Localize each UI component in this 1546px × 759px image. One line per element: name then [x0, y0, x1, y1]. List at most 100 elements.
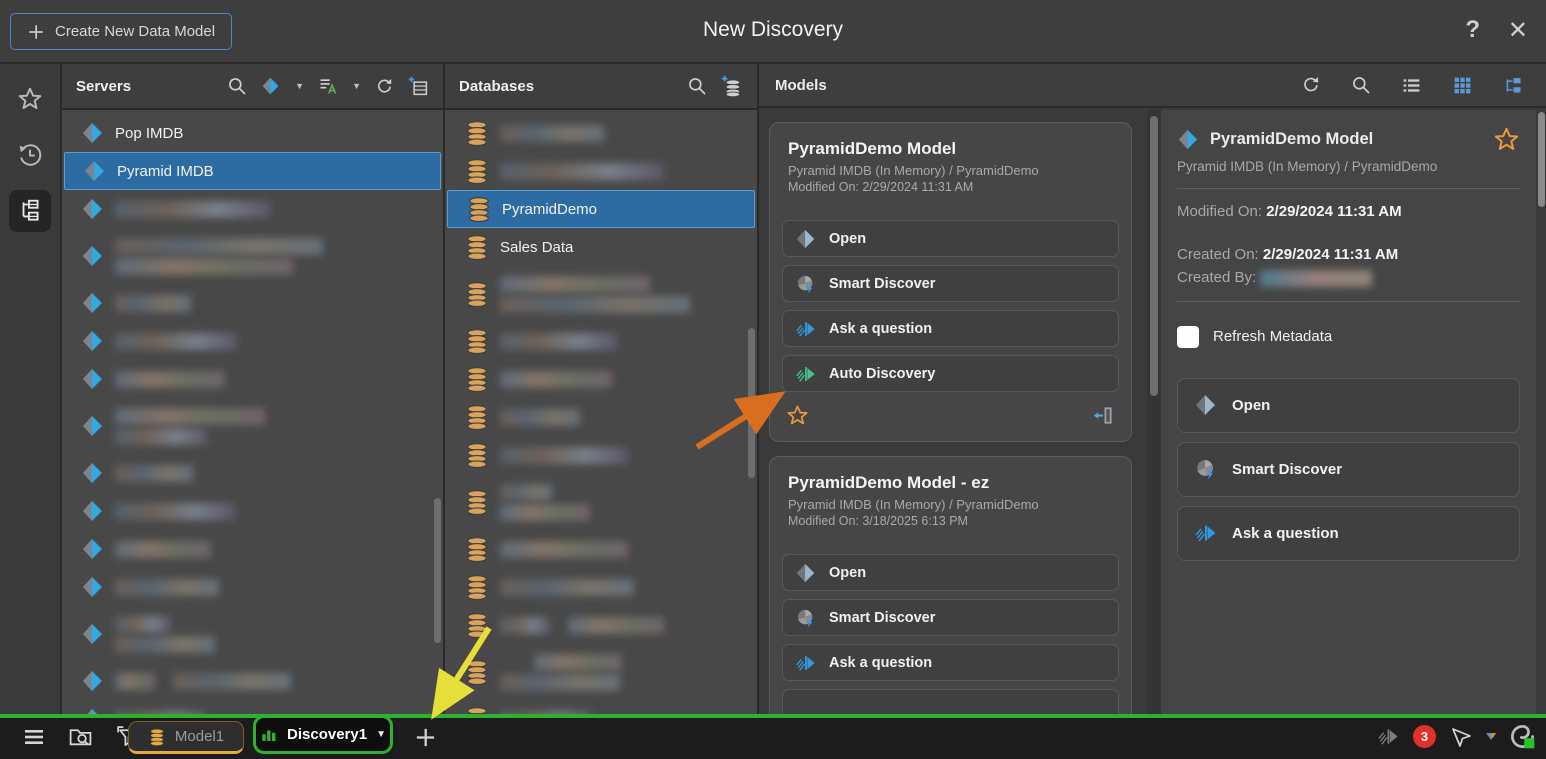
models-scrollbar[interactable]: [1150, 116, 1158, 396]
grid-view-icon[interactable]: [1452, 75, 1473, 96]
database-item-redacted[interactable]: [445, 360, 757, 398]
databases-panel-header: Databases: [445, 64, 757, 110]
close-icon[interactable]: ✕: [1508, 16, 1528, 45]
models-refresh-icon[interactable]: [1301, 75, 1321, 95]
database-item-redacted[interactable]: [445, 152, 757, 190]
open-diamond-icon: [795, 228, 817, 250]
database-item-redacted[interactable]: [445, 606, 757, 644]
ask-a-question-button[interactable]: Ask a question: [1177, 506, 1520, 561]
exit-model-icon[interactable]: [1092, 404, 1115, 427]
server-diamond-icon: [81, 707, 105, 714]
server-item-redacted[interactable]: [62, 568, 443, 606]
ask-a-question-button[interactable]: Ask a question: [782, 644, 1119, 681]
database-icon: [464, 706, 490, 714]
server-item-redacted[interactable]: [62, 662, 443, 700]
auto-discovery-button[interactable]: [782, 689, 1119, 714]
tab-discovery1-caret-icon[interactable]: ▼: [376, 729, 386, 740]
add-server-icon[interactable]: [408, 76, 429, 97]
smart-discover-button[interactable]: Smart Discover: [782, 265, 1119, 302]
database-item-redacted[interactable]: [445, 700, 757, 714]
server-item-redacted[interactable]: [62, 700, 443, 714]
tab-model1[interactable]: Model1: [128, 721, 244, 754]
list-view-icon[interactable]: [1401, 75, 1422, 96]
server-item-redacted[interactable]: [62, 492, 443, 530]
open-diamond-icon: [795, 562, 817, 584]
server-item-redacted[interactable]: [62, 228, 443, 284]
tree-view-icon[interactable]: [1503, 75, 1524, 96]
refresh-metadata-checkbox[interactable]: [1177, 326, 1199, 348]
database-item-redacted[interactable]: [445, 644, 757, 700]
pin-icon[interactable]: [1449, 725, 1473, 749]
models-search-icon[interactable]: [1351, 75, 1371, 95]
refresh-metadata-label: Refresh Metadata: [1213, 328, 1332, 345]
open-button[interactable]: Open: [782, 220, 1119, 257]
favorites-rail-button[interactable]: [9, 78, 51, 120]
server-diamond-icon: [81, 669, 105, 693]
database-item-redacted[interactable]: [445, 322, 757, 360]
auto-discovery-button[interactable]: Auto Discovery: [782, 355, 1119, 392]
databases-scrollbar[interactable]: [748, 328, 755, 478]
smart-discover-button[interactable]: Smart Discover: [782, 599, 1119, 636]
server-item-redacted[interactable]: [62, 284, 443, 322]
help-icon[interactable]: ?: [1465, 16, 1480, 44]
favorite-star-icon[interactable]: [1493, 126, 1520, 153]
servers-refresh-icon[interactable]: [375, 77, 394, 96]
ask-question-status-icon[interactable]: [1377, 725, 1400, 748]
database-item-redacted[interactable]: [445, 474, 757, 530]
database-item-redacted[interactable]: [445, 568, 757, 606]
server-item-redacted[interactable]: [62, 398, 443, 454]
server-item-redacted[interactable]: [62, 190, 443, 228]
smart-discover-button[interactable]: Smart Discover: [1177, 442, 1520, 497]
database-item-redacted[interactable]: [445, 530, 757, 568]
database-item-redacted[interactable]: [445, 266, 757, 322]
servers-sort-icon[interactable]: [318, 76, 338, 96]
database-item-redacted[interactable]: [445, 114, 757, 152]
server-item[interactable]: Pop IMDB: [62, 114, 443, 152]
open-button[interactable]: Open: [782, 554, 1119, 591]
servers-scrollbar[interactable]: [434, 498, 441, 643]
favorite-star-icon[interactable]: [786, 404, 809, 427]
database-icon: [464, 158, 490, 184]
server-item-redacted[interactable]: [62, 606, 443, 662]
add-database-icon[interactable]: [721, 75, 743, 97]
server-type-filter-caret-icon[interactable]: ▼: [295, 81, 304, 91]
open-button[interactable]: Open: [1177, 378, 1520, 433]
server-item-redacted[interactable]: [62, 322, 443, 360]
tab-discovery1-active[interactable]: Discovery1 ▼: [253, 715, 393, 754]
open-label: Open: [1232, 397, 1270, 414]
model-card-modified: Modified On: 3/18/2025 6:13 PM: [782, 514, 1119, 528]
servers-panel: Servers ▼ ▼ Pop IMDB Pyramid IMDB: [62, 64, 443, 714]
database-icon: [464, 234, 490, 260]
status-caret-icon[interactable]: [1486, 733, 1496, 740]
recent-rail-button[interactable]: [9, 134, 51, 176]
notification-badge[interactable]: 3: [1413, 725, 1436, 748]
database-icon: [464, 366, 490, 392]
models-title: Models: [775, 77, 827, 94]
new-tab-button[interactable]: [411, 723, 439, 751]
details-scrollbar[interactable]: [1538, 112, 1545, 207]
database-item[interactable]: Sales Data: [445, 228, 757, 266]
server-item-redacted[interactable]: [62, 530, 443, 568]
browse-tree-rail-button[interactable]: [9, 190, 51, 232]
servers-search-icon[interactable]: [227, 76, 247, 96]
divider: [1177, 188, 1520, 189]
server-type-filter-icon[interactable]: [261, 76, 281, 96]
hamburger-menu-icon[interactable]: [22, 725, 46, 749]
server-item-redacted[interactable]: [62, 454, 443, 492]
database-item-redacted[interactable]: [445, 436, 757, 474]
created-on-label: Created On:: [1177, 246, 1259, 263]
tree-icon: [17, 198, 43, 224]
new-discovery-dialog: Create New Data Model New Discovery ? ✕ …: [0, 0, 1546, 759]
servers-sort-caret-icon[interactable]: ▼: [352, 81, 361, 91]
ask-a-question-button[interactable]: Ask a question: [782, 310, 1119, 347]
server-item-selected[interactable]: Pyramid IMDB: [64, 152, 441, 190]
database-icon: [464, 659, 490, 685]
server-item-redacted[interactable]: [62, 360, 443, 398]
smart-discover-icon: [1194, 457, 1218, 481]
database-icon: [464, 574, 490, 600]
databases-search-icon[interactable]: [687, 76, 707, 96]
database-item-selected[interactable]: PyramidDemo: [447, 190, 755, 228]
content-search-icon[interactable]: [68, 724, 93, 749]
database-item-redacted[interactable]: [445, 398, 757, 436]
open-label: Open: [829, 565, 866, 581]
